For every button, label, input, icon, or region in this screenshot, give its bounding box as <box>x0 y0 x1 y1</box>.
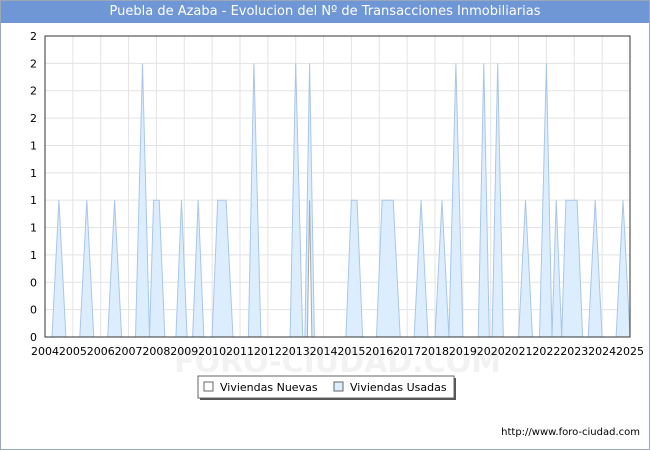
x-tick-label: 2010 <box>198 345 226 358</box>
x-tick-label: 2025 <box>616 345 644 358</box>
y-tick-label: 2 <box>30 112 37 125</box>
legend-viviendas-usadas-swatch <box>333 381 344 392</box>
y-tick-label: 0 <box>30 331 37 344</box>
y-tick-label: 0 <box>30 304 37 317</box>
x-tick-label: 2004 <box>31 345 59 358</box>
x-tick-label: 2015 <box>337 345 365 358</box>
x-tick-label: 2013 <box>282 345 310 358</box>
y-tick-label: 2 <box>30 85 37 98</box>
x-tick-label: 2012 <box>254 345 282 358</box>
x-tick-label: 2016 <box>365 345 393 358</box>
y-tick-label: 1 <box>30 194 37 207</box>
x-tick-label: 2017 <box>393 345 421 358</box>
x-tick-label: 2007 <box>115 345 143 358</box>
y-tick-label: 0 <box>30 276 37 289</box>
x-tick-label: 2014 <box>310 345 338 358</box>
y-tick-label: 1 <box>30 139 37 152</box>
x-tick-label: 2006 <box>87 345 115 358</box>
y-tick-label: 1 <box>30 167 37 180</box>
x-tick-label: 2009 <box>170 345 198 358</box>
x-tick-label: 2008 <box>142 345 170 358</box>
chart-svg: FORO-CIUDAD.COM0001111122222004 2005 2006 2… <box>30 30 644 400</box>
x-tick-label: 2005 <box>59 345 87 358</box>
x-tick-label: 2023 <box>560 345 588 358</box>
x-tick-label: 2011 <box>226 345 254 358</box>
x-tick-label: 2024 <box>588 345 616 358</box>
y-tick-label: 2 <box>30 30 37 43</box>
x-tick-label: 2020 <box>477 345 505 358</box>
source-credit: http://www.foro-ciudad.com <box>501 427 640 438</box>
y-tick-label: 1 <box>30 222 37 235</box>
legend-viviendas-nuevas-label: Viviendas Nuevas <box>220 381 318 394</box>
x-tick-label: 2019 <box>449 345 477 358</box>
y-tick-label: 1 <box>30 249 37 262</box>
x-tick-label: 2018 <box>421 345 449 358</box>
legend-viviendas-usadas-label: Viviendas Usadas <box>350 381 447 394</box>
legend-viviendas-nuevas-swatch <box>203 381 214 392</box>
x-tick-label: 2021 <box>505 345 533 358</box>
y-tick-label: 2 <box>30 57 37 70</box>
x-tick-label: 2022 <box>532 345 560 358</box>
